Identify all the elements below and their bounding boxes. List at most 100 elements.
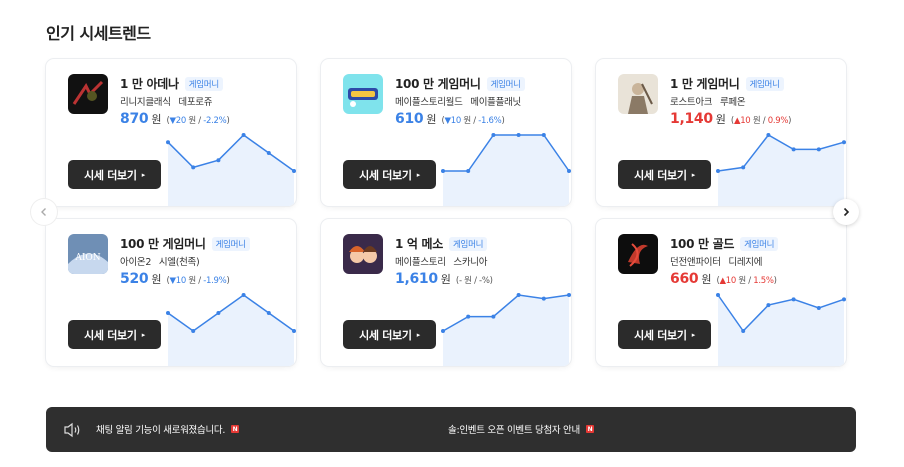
view-more-price-button[interactable]: 시세 더보기 ▸ — [618, 320, 711, 349]
price-change: (▲10 원 / 1.5%) — [716, 276, 777, 286]
change-unit: 원 — [464, 276, 472, 286]
view-more-price-button[interactable]: 시세 더보기 ▸ — [68, 160, 161, 189]
sparkline-point — [766, 303, 771, 308]
change-percent: -1.6% — [478, 116, 502, 126]
sparkline-point — [816, 305, 821, 310]
section-title: 인기 시세트렌드 — [46, 24, 151, 43]
server-name: 스카니아 — [453, 257, 488, 268]
sparkline-point — [241, 293, 246, 297]
sparkline-point — [567, 169, 571, 173]
current-price: 520 — [120, 271, 149, 287]
notice-link[interactable]: 솔:인벤트 오픈 이벤트 당첨자 안내 N — [448, 422, 594, 436]
price-unit: 원 — [701, 273, 712, 286]
view-more-price-button[interactable]: 시세 더보기 ▸ — [343, 160, 436, 189]
price-change: (▲10 원 / 0.9%) — [730, 116, 792, 126]
price-unit: 원 — [151, 273, 162, 286]
server-name: 시엘(천족) — [158, 257, 200, 268]
sparkline-point — [292, 329, 296, 333]
sparkline-point — [816, 147, 821, 152]
trend-card[interactable]: AION 100 만 게임머니 게임머니 아이온2 시엘(천족) 520 원 (… — [46, 219, 296, 366]
notice-text: 솔:인벤트 오픈 이벤트 당첨자 안내 — [448, 425, 580, 436]
price-change: (▼10 원 / -1.6%) — [441, 116, 505, 126]
chevron-left-icon — [41, 208, 46, 216]
trade-amount: 1 만 게임머니 — [670, 77, 740, 91]
current-price: 870 — [120, 111, 149, 127]
play-arrow-icon: ▸ — [691, 170, 696, 179]
dungeon-fighter-game-icon — [618, 234, 658, 274]
sparkline-area — [168, 135, 294, 206]
category-badge: 게임머니 — [449, 236, 488, 251]
sparkline-point — [791, 297, 796, 302]
price-sparkline — [716, 127, 846, 206]
sparkline-point — [741, 329, 746, 333]
new-badge: N — [585, 425, 594, 433]
notice-link[interactable]: 채팅 알림 기능이 새로워졌습니다. N — [96, 422, 240, 436]
carousel-next-button[interactable] — [833, 199, 859, 225]
trade-amount: 100 만 게임머니 — [120, 237, 206, 251]
game-name: 로스트아크 — [670, 97, 713, 108]
sparkline-point — [216, 311, 221, 315]
price-change: (▼20 원 / -2.2%) — [166, 116, 230, 126]
sparkline-point — [842, 140, 846, 145]
sparkline-point — [266, 311, 271, 315]
trend-card[interactable]: 100 만 게임머니 게임머니 메이플스토리월드 메이플플래닛 610 원 (▼… — [321, 59, 571, 206]
change-unit: 원 — [463, 116, 471, 126]
change-unit: 원 — [738, 276, 746, 286]
change-value: 10 — [740, 116, 751, 126]
price-sparkline — [441, 287, 571, 366]
trend-card-grid: 1 만 아데나 게임머니 리니지클래식 데포로쥬 870 원 (▼20 원 / … — [46, 59, 846, 366]
new-badge: N — [231, 425, 240, 433]
button-label: 시세 더보기 — [84, 168, 137, 182]
sparkline-point — [516, 293, 521, 297]
sparkline-point — [191, 165, 196, 170]
view-more-price-button[interactable]: 시세 더보기 ▸ — [343, 320, 436, 349]
sparkline-area — [168, 295, 294, 366]
game-name: 메이플스토리월드 — [395, 97, 463, 108]
current-price: 1,140 — [670, 111, 713, 127]
category-badge: 게임머니 — [486, 76, 525, 91]
view-more-price-button[interactable]: 시세 더보기 ▸ — [618, 160, 711, 189]
price-sparkline — [166, 287, 296, 366]
category-badge: 게임머니 — [211, 236, 250, 251]
server-name: 루페온 — [719, 97, 746, 108]
price-unit: 원 — [151, 113, 162, 126]
change-unit: 원 — [188, 276, 196, 286]
trend-card[interactable]: 1 억 메소 게임머니 메이플스토리 스카니아 1,610 원 (- 원 / -… — [321, 219, 571, 366]
sparkline-point — [741, 165, 746, 170]
sparkline-point — [216, 158, 221, 163]
trend-card[interactable]: 1 만 아데나 게임머니 리니지클래식 데포로쥬 870 원 (▼20 원 / … — [46, 59, 296, 206]
change-value: - — [458, 276, 462, 286]
change-unit: 원 — [752, 116, 761, 126]
change-value: 10 — [175, 276, 187, 286]
change-percent: -1.9% — [203, 276, 227, 286]
sparkline-point — [241, 133, 246, 137]
button-label: 시세 더보기 — [634, 168, 687, 182]
button-label: 시세 더보기 — [84, 328, 137, 342]
current-price: 610 — [395, 111, 424, 127]
sparkline-point — [266, 151, 271, 155]
server-name: 메이플플래닛 — [470, 97, 521, 108]
trend-card[interactable]: 100 만 골드 게임머니 던전앤파이터 디레지에 660 원 (▲10 원 /… — [596, 219, 846, 366]
trade-amount: 100 만 게임머니 — [395, 77, 481, 91]
change-percent: -2.2% — [203, 116, 227, 126]
sparkline-point — [766, 133, 771, 137]
trend-card[interactable]: 1 만 게임머니 게임머니 로스트아크 루페온 1,140 원 (▲10 원 /… — [596, 59, 846, 206]
maplestory-worlds-game-icon — [343, 74, 383, 114]
trade-amount: 1 억 메소 — [395, 237, 444, 251]
sparkline-area — [718, 135, 844, 206]
carousel-prev-button[interactable] — [31, 199, 57, 225]
sparkline-point — [466, 169, 471, 173]
sparkline-point — [791, 147, 796, 152]
sparkline-point — [567, 293, 571, 297]
speaker-icon — [64, 422, 80, 438]
change-value: 10 — [725, 276, 737, 286]
price-change: (- 원 / -%) — [455, 276, 493, 286]
maplestory-game-icon — [343, 234, 383, 274]
play-arrow-icon: ▸ — [141, 330, 146, 339]
price-sparkline — [166, 127, 296, 206]
change-value: 20 — [175, 116, 187, 126]
button-label: 시세 더보기 — [634, 328, 687, 342]
view-more-price-button[interactable]: 시세 더보기 ▸ — [68, 320, 161, 349]
play-arrow-icon: ▸ — [691, 330, 696, 339]
server-name: 데포로쥬 — [178, 97, 213, 108]
